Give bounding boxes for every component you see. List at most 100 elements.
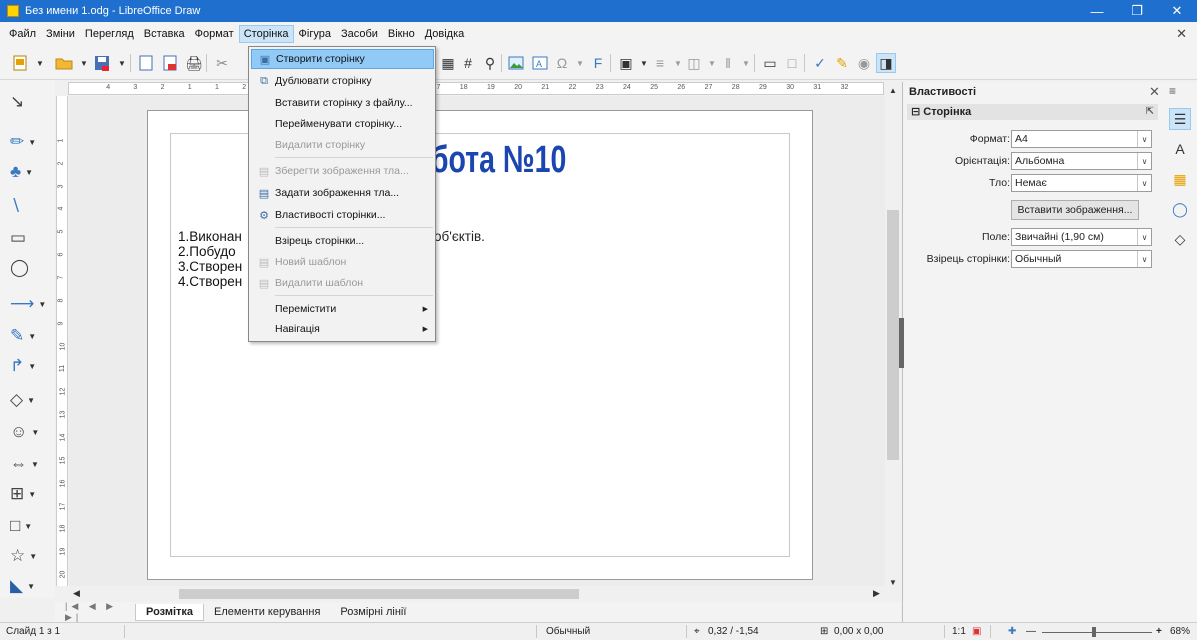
zoom-out-icon[interactable]: — <box>1026 626 1036 637</box>
chevron-down-icon[interactable]: ∨ <box>1137 153 1151 169</box>
scroll-right-icon[interactable]: ▶ <box>873 588 880 599</box>
special-character-icon[interactable]: Ω <box>552 53 572 73</box>
points-icon[interactable]: ✓ <box>810 53 830 73</box>
properties-deck-icon[interactable]: ☰ <box>1169 108 1191 130</box>
scroll-down-icon[interactable]: ▼ <box>889 578 897 587</box>
curves-icon[interactable]: ✎ ▼ <box>10 324 50 348</box>
sidebar-close-icon[interactable]: ✕ <box>1149 84 1160 100</box>
orientation-select[interactable]: Альбомна ∨ <box>1011 152 1152 170</box>
close-document-icon[interactable]: ✕ <box>1176 26 1187 42</box>
new-document-icon[interactable] <box>10 53 30 73</box>
menu-item-master-page[interactable]: Взірець сторінки... <box>251 231 434 251</box>
vertical-scroll-thumb[interactable] <box>887 210 899 460</box>
export-pdf-icon[interactable] <box>160 53 180 73</box>
ellipse-icon[interactable]: ◯ <box>10 256 50 280</box>
tab-controls[interactable]: Елементи керування <box>204 604 330 620</box>
transformations-icon[interactable]: ▣ <box>616 53 636 73</box>
restore-button[interactable]: ❐ <box>1117 0 1157 22</box>
toggle-extrusion-icon[interactable]: ◉ <box>854 53 874 73</box>
page-section-header[interactable]: ⊟ Сторінка ⇱ <box>907 104 1158 120</box>
chevron-down-icon[interactable]: ∨ <box>1137 131 1151 147</box>
grid-icon[interactable]: ▦ <box>438 53 458 73</box>
chevron-down-icon[interactable]: ∨ <box>1137 229 1151 245</box>
zoom-in-icon[interactable]: + <box>1156 626 1162 637</box>
print-icon[interactable]: 🖨 <box>184 53 204 73</box>
menu-shape[interactable]: Фігура <box>294 25 336 43</box>
distribute-icon[interactable]: ‖ <box>718 53 738 73</box>
styles-deck-icon[interactable]: A <box>1169 138 1191 160</box>
line-color-icon[interactable]: ✏ ▼ <box>10 130 50 154</box>
menu-item-set-background[interactable]: ▤ Задати зображення тла... <box>251 183 434 203</box>
glue-points-icon[interactable]: ✎ <box>832 53 852 73</box>
horizontal-scrollbar[interactable]: ◀ ▶ <box>69 586 885 602</box>
align-icon[interactable]: ≡ <box>650 53 670 73</box>
background-select[interactable]: Немає ∨ <box>1011 174 1152 192</box>
sidebar-grip[interactable] <box>899 318 904 368</box>
menu-item-page-properties[interactable]: ⚙ Властивості сторінки... <box>251 205 434 225</box>
menu-item-rename-page[interactable]: Перейменувати сторінку... <box>251 114 434 134</box>
close-window-button[interactable]: ✕ <box>1157 0 1197 22</box>
menu-item-insert-page-from-file[interactable]: Вставити сторінку з файлу... <box>251 93 434 113</box>
basic-shapes-icon[interactable]: ◇ ▼ <box>10 388 50 412</box>
page-canvas[interactable]: ка робота №10 1.Виконан 2.Побудо 3.Створ… <box>147 110 813 580</box>
master-page-status[interactable]: Обычный <box>546 626 590 637</box>
open-folder-icon[interactable] <box>54 53 74 73</box>
block-arrows-icon[interactable]: ⇔ ▼ <box>10 452 50 476</box>
task-list[interactable]: 1.Виконан 2.Побудо 3.Створен 4.Створен <box>178 229 242 289</box>
menu-help[interactable]: Довідка <box>420 25 470 43</box>
callouts-icon[interactable]: □ ▼ <box>10 514 50 538</box>
menu-tools[interactable]: Засоби <box>336 25 383 43</box>
flowchart-icon[interactable]: ⊞ ▼ <box>10 482 50 506</box>
sidebar-menu-icon[interactable]: ≡ <box>1169 84 1176 98</box>
menu-view[interactable]: Перегляд <box>80 25 139 43</box>
crop-icon[interactable]: □ <box>782 53 802 73</box>
insert-image-icon[interactable] <box>506 53 526 73</box>
horizontal-scroll-thumb[interactable] <box>179 589 579 599</box>
drawing-workspace[interactable]: ка робота №10 1.Виконан 2.Побудо 3.Створ… <box>69 96 885 586</box>
show-draw-functions-icon[interactable]: ◨ <box>876 53 896 73</box>
chevron-down-icon[interactable]: ∨ <box>1137 251 1151 267</box>
tab-navigation-icons[interactable]: |◀ ◀ ▶ ▶| <box>65 601 135 623</box>
menu-page[interactable]: Сторінка <box>238 25 294 43</box>
master-page-select[interactable]: Обычный ∨ <box>1011 250 1152 268</box>
save-icon[interactable] <box>92 53 112 73</box>
fontwork-icon[interactable]: F <box>588 53 608 73</box>
rectangle-icon[interactable]: ▭ <box>10 226 50 250</box>
save-dropdown-icon[interactable]: ▼ <box>112 53 132 73</box>
shadow-icon[interactable]: ▭ <box>760 53 780 73</box>
export-icon[interactable] <box>136 53 156 73</box>
scale-readout[interactable]: 1:1 <box>952 626 966 637</box>
select-arrow-icon[interactable]: ↘ <box>10 90 50 114</box>
chevron-down-icon[interactable]: ∨ <box>1137 175 1151 191</box>
new-dropdown-icon[interactable]: ▼ <box>30 53 50 73</box>
scroll-left-icon[interactable]: ◀ <box>73 588 80 599</box>
fill-color-icon[interactable]: ♣ ▼ <box>10 160 50 184</box>
menu-item-navigation[interactable]: Навігація ▶ <box>251 319 434 339</box>
distribute-dropdown-icon[interactable]: ▼ <box>736 53 756 73</box>
helplines-icon[interactable]: # <box>458 53 478 73</box>
insert-textbox-icon[interactable]: A <box>530 53 550 73</box>
scroll-up-icon[interactable]: ▲ <box>889 86 897 95</box>
insert-image-button[interactable]: Вставити зображення... <box>1011 200 1139 220</box>
line-icon[interactable]: ∖ <box>10 194 50 218</box>
zoom-slider-thumb[interactable] <box>1092 627 1096 637</box>
lines-arrows-icon[interactable]: ⟶ ▼ <box>10 292 50 316</box>
menu-item-duplicate-page[interactable]: ⧉ Дублювати сторінку <box>251 71 434 91</box>
special-character-dropdown-icon[interactable]: ▼ <box>570 53 590 73</box>
arrange-icon[interactable]: ◫ <box>684 53 704 73</box>
gallery-deck-icon[interactable]: ▦ <box>1169 168 1191 190</box>
symbol-shapes-icon[interactable]: ☺ ▼ <box>10 420 50 444</box>
tab-dimension-lines[interactable]: Розмірні лінії <box>330 604 416 620</box>
menu-edit[interactable]: Зміни <box>41 25 80 43</box>
minimize-button[interactable]: — <box>1077 0 1117 22</box>
stars-icon[interactable]: ☆ ▼ <box>10 544 50 568</box>
3d-objects-icon[interactable]: ◣ ▼ <box>10 574 50 598</box>
tab-layout[interactable]: Розмітка <box>135 603 205 621</box>
connectors-icon[interactable]: ↱ ▼ <box>10 354 50 378</box>
margins-select[interactable]: Звичайні (1,90 см) ∨ <box>1011 228 1152 246</box>
menu-window[interactable]: Вікно <box>383 25 420 43</box>
zoom-icon[interactable]: ⚲ <box>480 53 500 73</box>
format-select[interactable]: A4 ∨ <box>1011 130 1152 148</box>
menu-insert[interactable]: Вставка <box>139 25 190 43</box>
menu-item-new-page[interactable]: ▣ Створити сторінку <box>251 49 434 69</box>
